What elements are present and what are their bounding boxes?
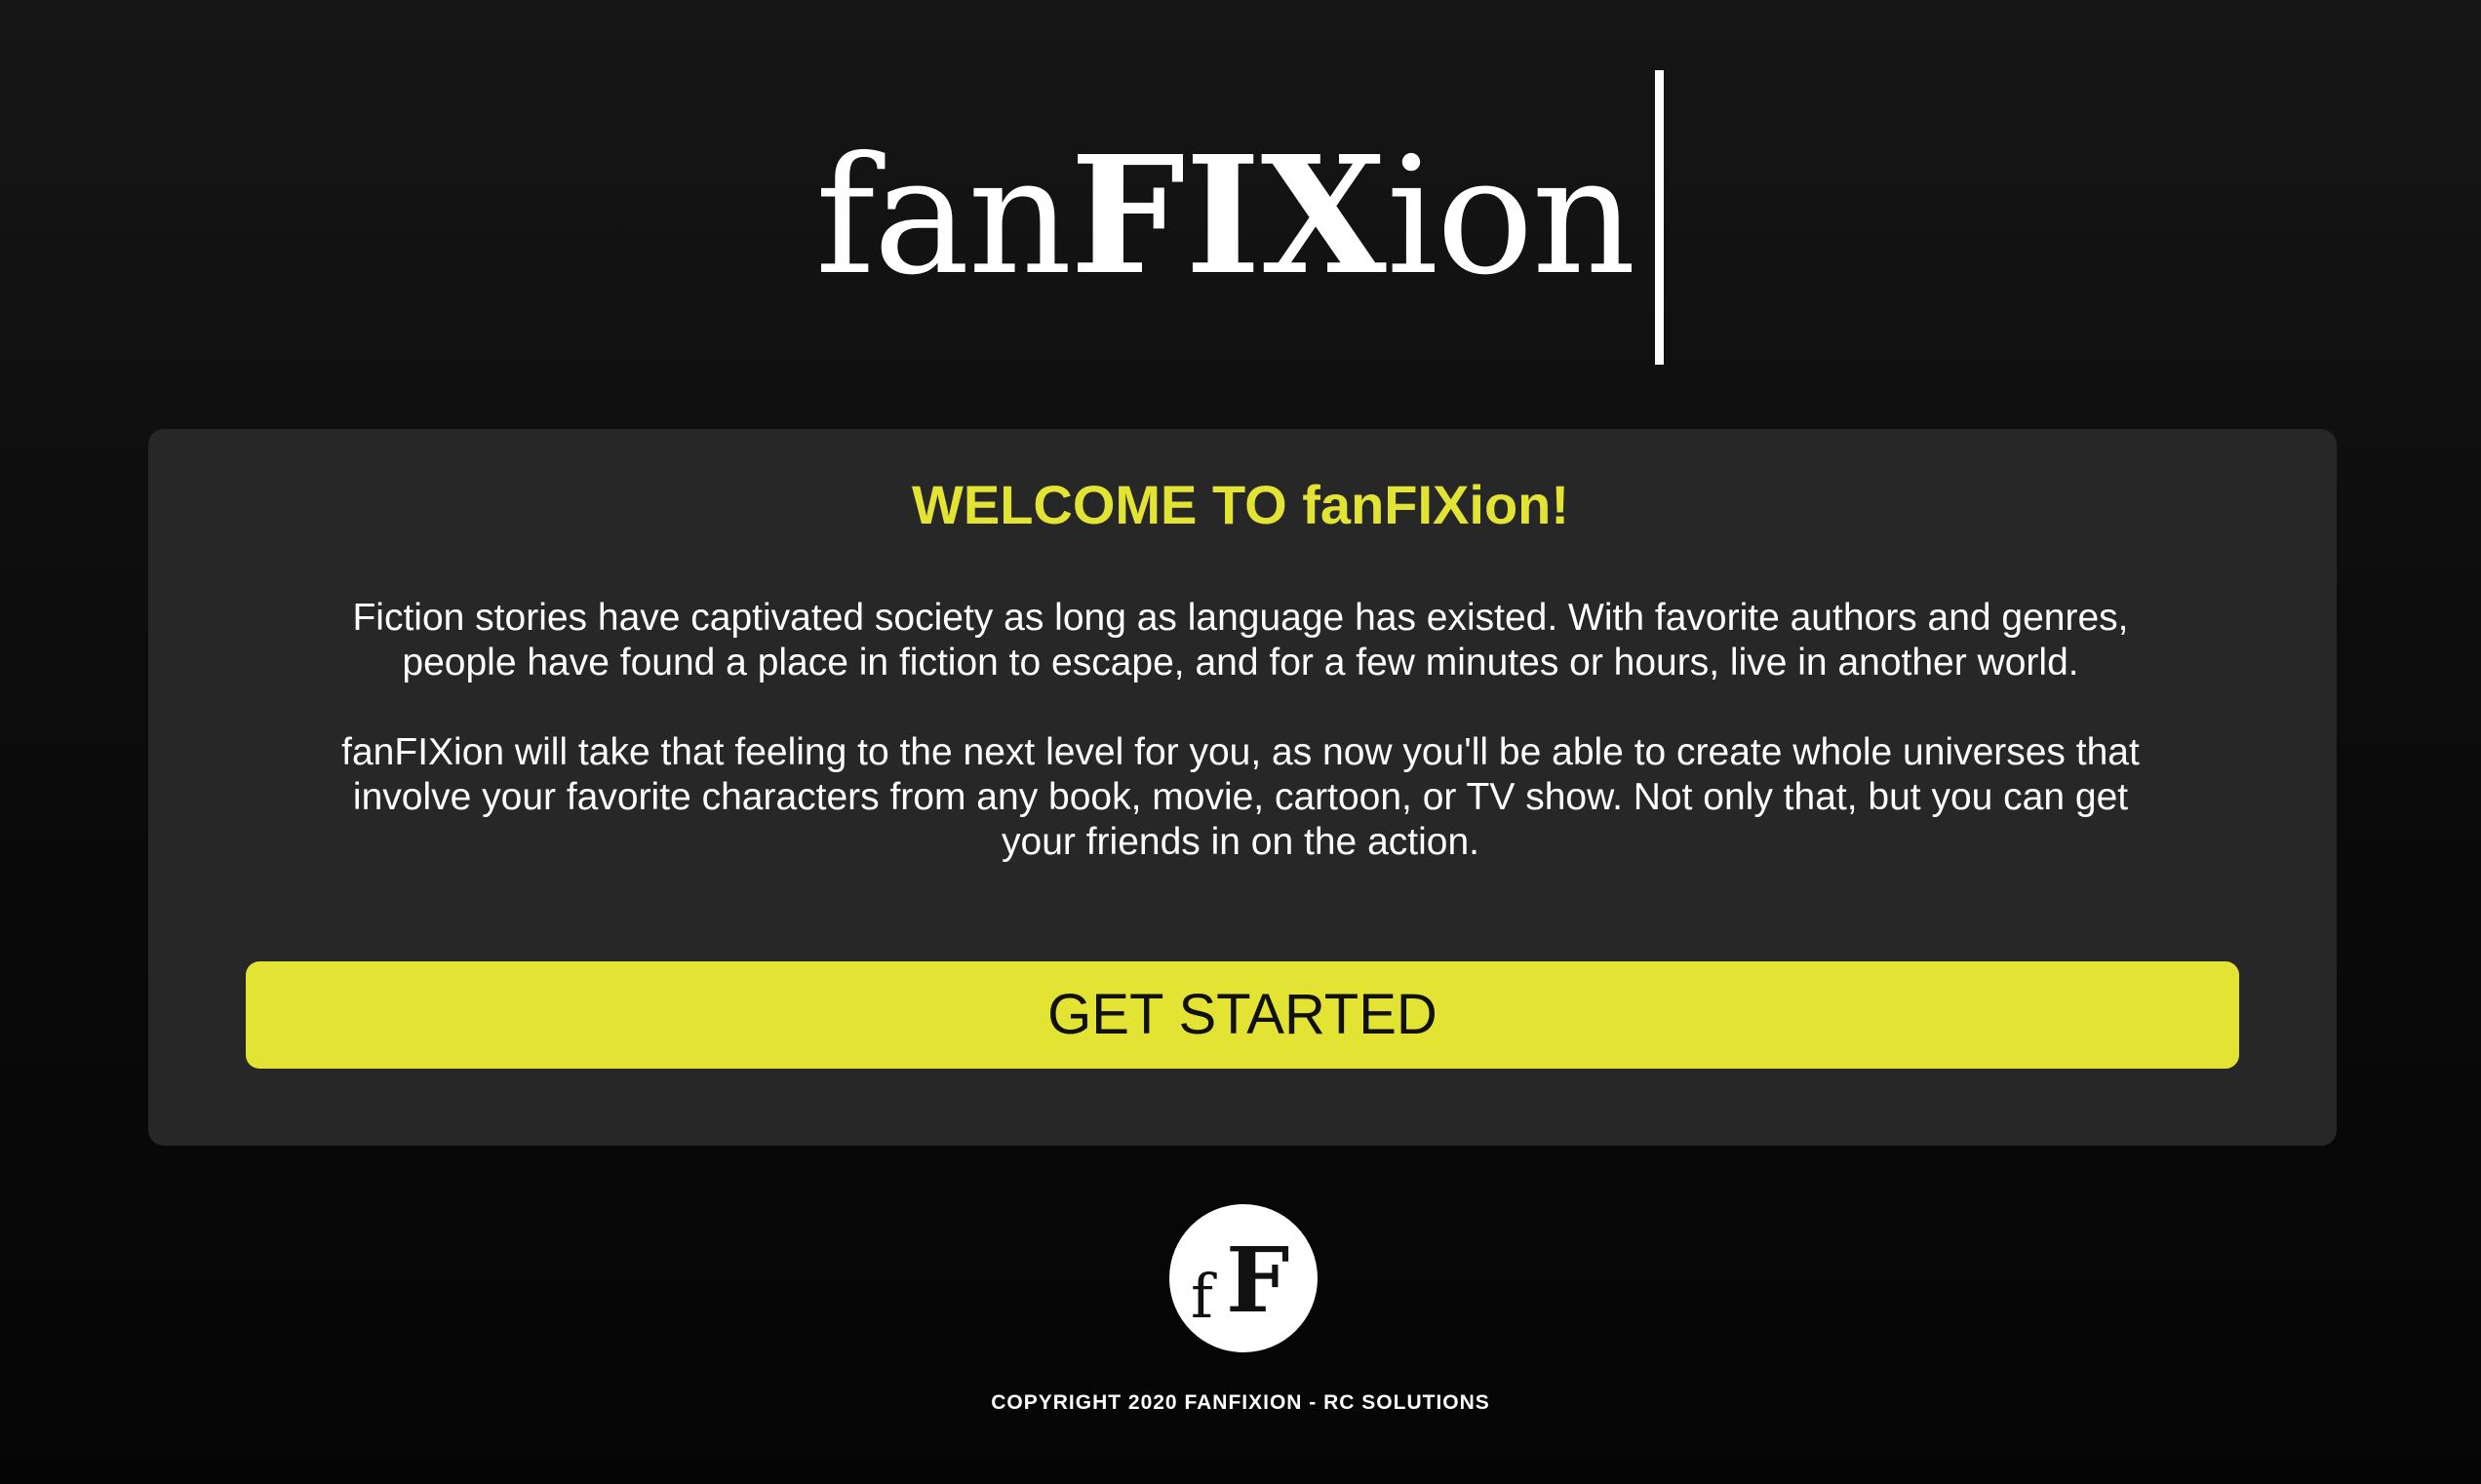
logo-suffix: ion <box>1386 123 1636 311</box>
get-started-button[interactable]: GET STARTED <box>246 961 2239 1069</box>
logo-prefix: fan <box>815 123 1072 311</box>
typing-cursor-bar <box>1655 70 1664 365</box>
intro-paragraph: Fiction stories have captivated society … <box>352 597 2129 683</box>
brand-logo: fanFIXion <box>815 129 1636 305</box>
header: fanFIXion <box>0 0 2481 410</box>
logo-bold: FIX <box>1070 121 1387 311</box>
footer-logo-small-letter: f <box>1191 1261 1217 1332</box>
footer-logo-big-letter: F <box>1226 1228 1289 1333</box>
footer-logo-badge: f F <box>1169 1204 1318 1352</box>
copyright-notice: COPYRIGHT 2020 FANFIXION - RC SOLUTIONS <box>991 1391 1490 1414</box>
welcome-title: WELCOME TO fanFIXion! <box>911 474 1570 535</box>
feature-paragraph: fanFIXion will take that feeling to the … <box>341 731 2140 863</box>
footer-logo-icon: f F <box>1191 1228 1289 1333</box>
